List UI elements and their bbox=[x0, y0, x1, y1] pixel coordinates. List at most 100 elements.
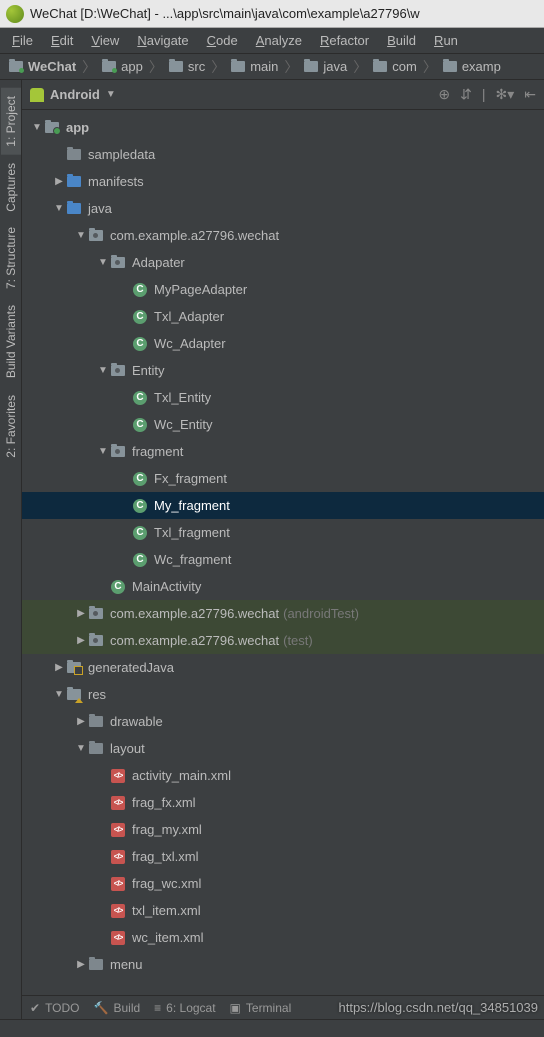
chevron-down-icon[interactable]: ▼ bbox=[74, 743, 88, 754]
tree-node-com-example-a27796-wechat[interactable]: ▼com.example.a27796.wechat bbox=[22, 222, 544, 249]
tree-node-menu[interactable]: ▶menu bbox=[22, 951, 544, 978]
menu-build[interactable]: Build bbox=[379, 30, 424, 51]
breadcrumb-wechat[interactable]: WeChat bbox=[4, 59, 81, 74]
class-icon: C bbox=[132, 336, 148, 352]
tree-node-com-example-a27796-wechat[interactable]: ▶com.example.a27796.wechat(test) bbox=[22, 627, 544, 654]
tree-node-res[interactable]: ▼res bbox=[22, 681, 544, 708]
menu-view[interactable]: View bbox=[83, 30, 127, 51]
tree-node-suffix: (androidTest) bbox=[283, 606, 359, 621]
tree-node-fragment[interactable]: ▼fragment bbox=[22, 438, 544, 465]
tree-node-java[interactable]: ▼java bbox=[22, 195, 544, 222]
tree-node-generatedjava[interactable]: ▶generatedJava bbox=[22, 654, 544, 681]
tree-node-label: frag_my.xml bbox=[132, 822, 202, 837]
xml-file-icon bbox=[110, 795, 126, 811]
tree-node-txl-item-xml[interactable]: txl_item.xml bbox=[22, 897, 544, 924]
tree-node-activity-main-xml[interactable]: activity_main.xml bbox=[22, 762, 544, 789]
bottom-tab-todo[interactable]: ✔TODO bbox=[30, 1001, 80, 1015]
tree-node-manifests[interactable]: ▶manifests bbox=[22, 168, 544, 195]
tree-node-txl-entity[interactable]: CTxl_Entity bbox=[22, 384, 544, 411]
tree-node-fx-fragment[interactable]: CFx_fragment bbox=[22, 465, 544, 492]
folder-icon bbox=[304, 61, 318, 72]
tool-tab-captures[interactable]: Captures bbox=[1, 155, 21, 220]
tree-node-my-fragment[interactable]: C My_fragment bbox=[22, 492, 544, 519]
tree-node-layout[interactable]: ▼layout bbox=[22, 735, 544, 762]
chevron-right-icon[interactable]: ▶ bbox=[52, 176, 66, 187]
tool-tab-1-project[interactable]: 1: Project bbox=[1, 88, 21, 155]
chevron-down-icon[interactable]: ▼ bbox=[52, 689, 66, 700]
tree-node-sampledata[interactable]: sampledata bbox=[22, 141, 544, 168]
chevron-down-icon[interactable]: ▼ bbox=[96, 365, 110, 376]
tree-node-mainactivity[interactable]: CMainActivity bbox=[22, 573, 544, 600]
chevron-right-icon[interactable]: ▶ bbox=[74, 608, 88, 619]
tree-node-wc-adapter[interactable]: CWc_Adapter bbox=[22, 330, 544, 357]
class-icon: C bbox=[132, 525, 148, 541]
tree-node-txl-fragment[interactable]: C Txl_fragment bbox=[22, 519, 544, 546]
breadcrumb-label: app bbox=[121, 59, 143, 74]
status-bar bbox=[0, 1019, 544, 1037]
tab-label: TODO bbox=[45, 1001, 79, 1015]
breadcrumb-main[interactable]: main bbox=[226, 59, 283, 74]
tree-node-adapater[interactable]: ▼Adapater bbox=[22, 249, 544, 276]
menu-refactor[interactable]: Refactor bbox=[312, 30, 377, 51]
chevron-down-icon[interactable]: ▼ bbox=[30, 122, 44, 133]
bottom-tab-build[interactable]: 🔨Build bbox=[94, 1001, 141, 1015]
breadcrumb-com[interactable]: com bbox=[368, 59, 422, 74]
menu-file[interactable]: File bbox=[4, 30, 41, 51]
folder-icon bbox=[66, 147, 82, 163]
breadcrumb-examp[interactable]: examp bbox=[438, 59, 506, 74]
bottom-tab-terminal[interactable]: ▣Terminal bbox=[230, 1001, 292, 1015]
folder-icon bbox=[88, 957, 104, 973]
chevron-down-icon[interactable]: ▼ bbox=[96, 446, 110, 457]
gear-icon[interactable]: ✻▾ bbox=[496, 86, 515, 103]
tree-node-app[interactable]: ▼app bbox=[22, 114, 544, 141]
breadcrumb-java[interactable]: java bbox=[299, 59, 352, 74]
target-icon[interactable]: ⊕ bbox=[438, 86, 450, 103]
tab-icon: ≡ bbox=[154, 1001, 161, 1015]
generated-folder-icon bbox=[66, 660, 82, 676]
chevron-down-icon[interactable]: ▼ bbox=[96, 257, 110, 268]
menu-analyze[interactable]: Analyze bbox=[248, 30, 310, 51]
chevron-down-icon[interactable]: ▼ bbox=[52, 203, 66, 214]
tree-node-label: My_fragment bbox=[154, 498, 230, 513]
chevron-right-icon[interactable]: ▶ bbox=[52, 662, 66, 673]
chevron-right-icon[interactable]: ▶ bbox=[74, 959, 88, 970]
breadcrumb-app[interactable]: app bbox=[97, 59, 148, 74]
tree-node-entity[interactable]: ▼Entity bbox=[22, 357, 544, 384]
breadcrumb-label: examp bbox=[462, 59, 501, 74]
tree-node-frag-wc-xml[interactable]: frag_wc.xml bbox=[22, 870, 544, 897]
chevron-down-icon[interactable]: ▼ bbox=[74, 230, 88, 241]
collapse-icon[interactable]: ⇵ bbox=[460, 86, 472, 103]
tree-node-frag-txl-xml[interactable]: frag_txl.xml bbox=[22, 843, 544, 870]
tree-node-label: MainActivity bbox=[132, 579, 201, 594]
tree-node-wc-fragment[interactable]: CWc_fragment bbox=[22, 546, 544, 573]
menu-edit[interactable]: Edit bbox=[43, 30, 81, 51]
tree-node-com-example-a27796-wechat[interactable]: ▶com.example.a27796.wechat(androidTest) bbox=[22, 600, 544, 627]
watermark-text: https://blog.csdn.net/qq_34851039 bbox=[339, 1000, 539, 1015]
class-icon: C bbox=[132, 498, 148, 514]
project-view-selector[interactable]: Android bbox=[50, 87, 100, 102]
tool-tab-7-structure[interactable]: 7: Structure bbox=[1, 219, 21, 297]
tree-node-frag-my-xml[interactable]: frag_my.xml bbox=[22, 816, 544, 843]
xml-file-icon bbox=[110, 930, 126, 946]
chevron-right-icon[interactable]: ▶ bbox=[74, 635, 88, 646]
module-icon bbox=[44, 120, 60, 136]
dropdown-arrow-icon[interactable]: ▼ bbox=[106, 89, 116, 100]
tree-node-frag-fx-xml[interactable]: frag_fx.xml bbox=[22, 789, 544, 816]
tool-tab-build-variants[interactable]: Build Variants bbox=[1, 297, 21, 386]
chevron-right-icon[interactable]: ▶ bbox=[74, 716, 88, 727]
tree-node-label: Txl_fragment bbox=[154, 525, 230, 540]
bottom-tab-6-logcat[interactable]: ≡6: Logcat bbox=[154, 1001, 215, 1015]
hide-icon[interactable]: ⇤ bbox=[524, 86, 536, 103]
tree-node-txl-adapter[interactable]: CTxl_Adapter bbox=[22, 303, 544, 330]
breadcrumb-src[interactable]: src bbox=[164, 59, 210, 74]
tool-tab-2-favorites[interactable]: 2: Favorites bbox=[1, 387, 21, 466]
menu-run[interactable]: Run bbox=[426, 30, 466, 51]
tree-node-wc-item-xml[interactable]: wc_item.xml bbox=[22, 924, 544, 951]
menu-code[interactable]: Code bbox=[199, 30, 246, 51]
project-tree[interactable]: ▼appsampledata▶manifests▼java▼com.exampl… bbox=[22, 110, 544, 1019]
menu-navigate[interactable]: Navigate bbox=[129, 30, 196, 51]
tree-node-wc-entity[interactable]: CWc_Entity bbox=[22, 411, 544, 438]
tree-node-drawable[interactable]: ▶drawable bbox=[22, 708, 544, 735]
tree-node-mypageadapter[interactable]: CMyPageAdapter bbox=[22, 276, 544, 303]
breadcrumb-label: com bbox=[392, 59, 417, 74]
